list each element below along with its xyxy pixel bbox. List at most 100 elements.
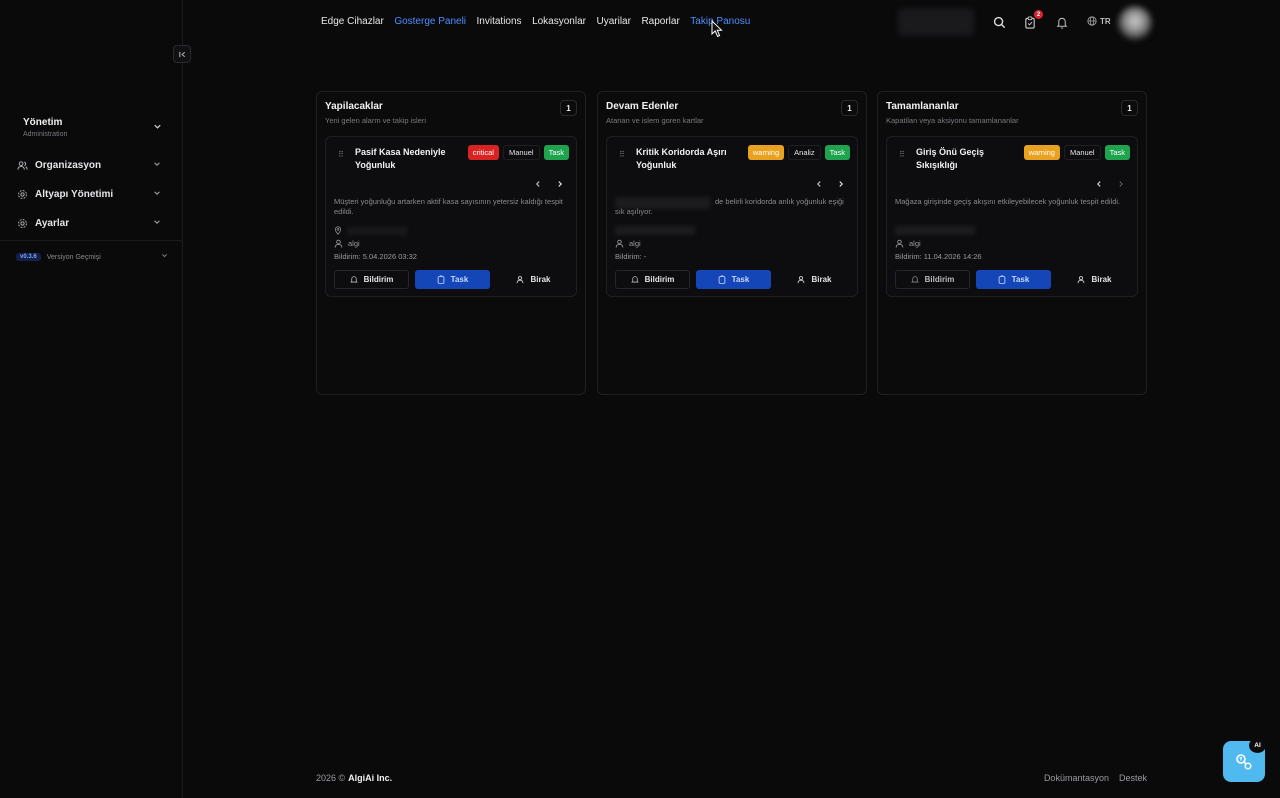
column-count: 1 — [1121, 100, 1138, 116]
language-selector[interactable]: TR — [1087, 16, 1111, 26]
chevron-right-icon[interactable] — [1117, 180, 1125, 191]
search-icon — [993, 16, 1005, 28]
task-label: Task — [450, 275, 469, 284]
user-icon — [895, 239, 904, 248]
footer-company: AlgiAi Inc. — [348, 773, 393, 783]
kanban-card[interactable]: ⠿ Kritik Koridorda Aşırı Yoğunluk warnin… — [606, 136, 858, 297]
notify-button[interactable]: Bildirim — [895, 270, 970, 289]
blurred-location — [347, 226, 407, 235]
card-description: de belirli koridorda anlık yoğunluk eşiğ… — [615, 197, 844, 216]
clipboard-icon — [998, 275, 1005, 284]
card-location — [895, 226, 975, 235]
footer-copyright: 2026 © AlgiAi Inc. — [316, 773, 392, 783]
column-subtitle: Kapatilan veya aksiyonu tamamlananlar — [886, 116, 1019, 125]
severity-badge: warning — [747, 145, 785, 160]
assignee-name: algi — [629, 239, 641, 248]
nav-uyarilar[interactable]: Uyarilar — [596, 16, 630, 30]
collapse-icon — [178, 51, 185, 57]
column-count: 1 — [560, 100, 577, 116]
notifications-button[interactable] — [1054, 14, 1070, 30]
nav-edge-cihazlar[interactable]: Edge Cihazlar — [321, 16, 384, 30]
column-title: Yapilacaklar — [325, 101, 383, 112]
chevron-right-icon[interactable] — [837, 180, 845, 191]
sidebar-item-altyapi[interactable]: Altyapı Yönetimi — [14, 183, 170, 205]
task-button[interactable]: Task — [976, 270, 1051, 289]
chevron-down-icon — [161, 252, 168, 261]
kanban-column-todo: Yapilacaklar Yeni gelen alarm ve takip i… — [316, 91, 586, 395]
card-notified-time: Bildirim: 11.04.2026 14:26 — [895, 252, 982, 261]
severity-badge: warning — [1023, 145, 1060, 160]
version-history[interactable]: v0.3.6 Versiyon Geçmişi — [16, 251, 170, 263]
leave-button[interactable]: Birak — [777, 270, 852, 289]
nav-lokasyonlar[interactable]: Lokasyonlar — [532, 16, 586, 30]
card-title: Kritik Koridorda Aşırı Yoğunluk — [636, 147, 727, 170]
chevron-down-icon — [153, 160, 161, 170]
top-navigation: Edge Cihazlar Gosterge Paneli Invitation… — [321, 16, 761, 30]
chevron-left-icon[interactable] — [534, 180, 542, 191]
notify-button[interactable]: Bildirim — [615, 270, 690, 289]
version-label: Versiyon Geçmişi — [46, 253, 101, 261]
kanban-column-done: Tamamlananlar Kapatilan veya aksiyonu ta… — [877, 91, 1147, 395]
mode-badge: Manuel — [502, 145, 540, 160]
card-location — [615, 226, 695, 235]
drag-handle-icon[interactable]: ⠿ — [899, 150, 905, 159]
user-icon — [1078, 276, 1085, 284]
sidebar-item-ayarlar[interactable]: Ayarlar — [14, 212, 170, 234]
kanban-column-in-progress: Devam Edenler Atanan ve islem goren kart… — [597, 91, 867, 395]
globe-icon — [1087, 16, 1097, 26]
gear-icon — [17, 189, 29, 200]
notify-label: Bildirim — [644, 275, 675, 284]
chevron-right-icon[interactable] — [556, 180, 564, 191]
blurred-location — [615, 226, 695, 235]
type-badge: Task — [1104, 145, 1130, 160]
bell-icon — [910, 276, 919, 283]
search-button[interactable] — [991, 14, 1007, 30]
footer-link-docs[interactable]: Dokümantasyon — [1044, 773, 1109, 783]
footer-link-support[interactable]: Destek — [1119, 773, 1147, 783]
card-notified-time: Bildirim: 5.04.2026 03:32 — [334, 252, 417, 261]
leave-label: Birak — [1091, 275, 1112, 284]
notify-button[interactable]: Bildirim — [334, 270, 409, 289]
blurred-element — [898, 8, 974, 36]
gear-icon — [17, 218, 29, 229]
type-badge: Task — [543, 145, 569, 160]
kanban-card[interactable]: ⠿ Pasif Kasa Nedeniyle Yoğunluk critical… — [325, 136, 577, 297]
drag-handle-icon[interactable]: ⠿ — [619, 150, 625, 159]
notification-count-badge: 2 — [1034, 10, 1043, 19]
sidebar-item-organizasyon[interactable]: Organizasyon — [14, 154, 170, 176]
mouse-cursor-icon — [711, 20, 723, 38]
assignee-name: algi — [348, 239, 360, 248]
task-button[interactable]: Task — [415, 270, 490, 289]
severity-badge: critical — [467, 145, 499, 160]
nav-raporlar[interactable]: Raporlar — [641, 16, 679, 30]
org-title: Yönetim — [23, 117, 63, 128]
card-description: Müşteri yoğunluğu artarken aktif kasa sa… — [334, 197, 563, 216]
blurred-location — [895, 226, 975, 235]
task-button[interactable]: Task — [696, 270, 771, 289]
chevron-left-icon[interactable] — [815, 180, 823, 191]
collapse-sidebar-button[interactable] — [173, 45, 191, 63]
location-pin-icon — [334, 226, 342, 235]
org-switcher[interactable]: Yönetim Administration — [14, 112, 170, 144]
chevron-down-icon — [153, 122, 162, 134]
column-subtitle: Atanan ve islem goren kartlar — [606, 116, 704, 125]
column-count: 1 — [841, 100, 858, 116]
footer-year: 2026 © — [316, 773, 346, 783]
sidebar-item-label: Ayarlar — [35, 217, 70, 229]
ai-assistant-icon — [1236, 753, 1252, 770]
user-icon — [517, 276, 524, 284]
leave-button[interactable]: Birak — [496, 270, 571, 289]
card-assignee: algi — [334, 239, 360, 248]
chevron-left-icon[interactable] — [1095, 180, 1103, 191]
avatar[interactable] — [1118, 6, 1152, 40]
kanban-card[interactable]: ⠿ Giriş Önü Geçiş Sıkışıklığı warning Ma… — [886, 136, 1138, 297]
drag-handle-icon[interactable]: ⠿ — [338, 150, 344, 159]
footer-links: Dokümantasyon Destek — [1044, 773, 1147, 783]
nav-gosterge-paneli[interactable]: Gosterge Paneli — [394, 16, 466, 30]
leave-button[interactable]: Birak — [1057, 270, 1132, 289]
nav-invitations[interactable]: Invitations — [477, 16, 522, 30]
org-subtitle: Administration — [23, 131, 68, 138]
card-description: Mağaza girişinde geçiş akışını etkileyeb… — [895, 197, 1121, 206]
column-title: Devam Edenler — [606, 101, 679, 112]
card-title: Pasif Kasa Nedeniyle Yoğunluk — [355, 147, 446, 170]
